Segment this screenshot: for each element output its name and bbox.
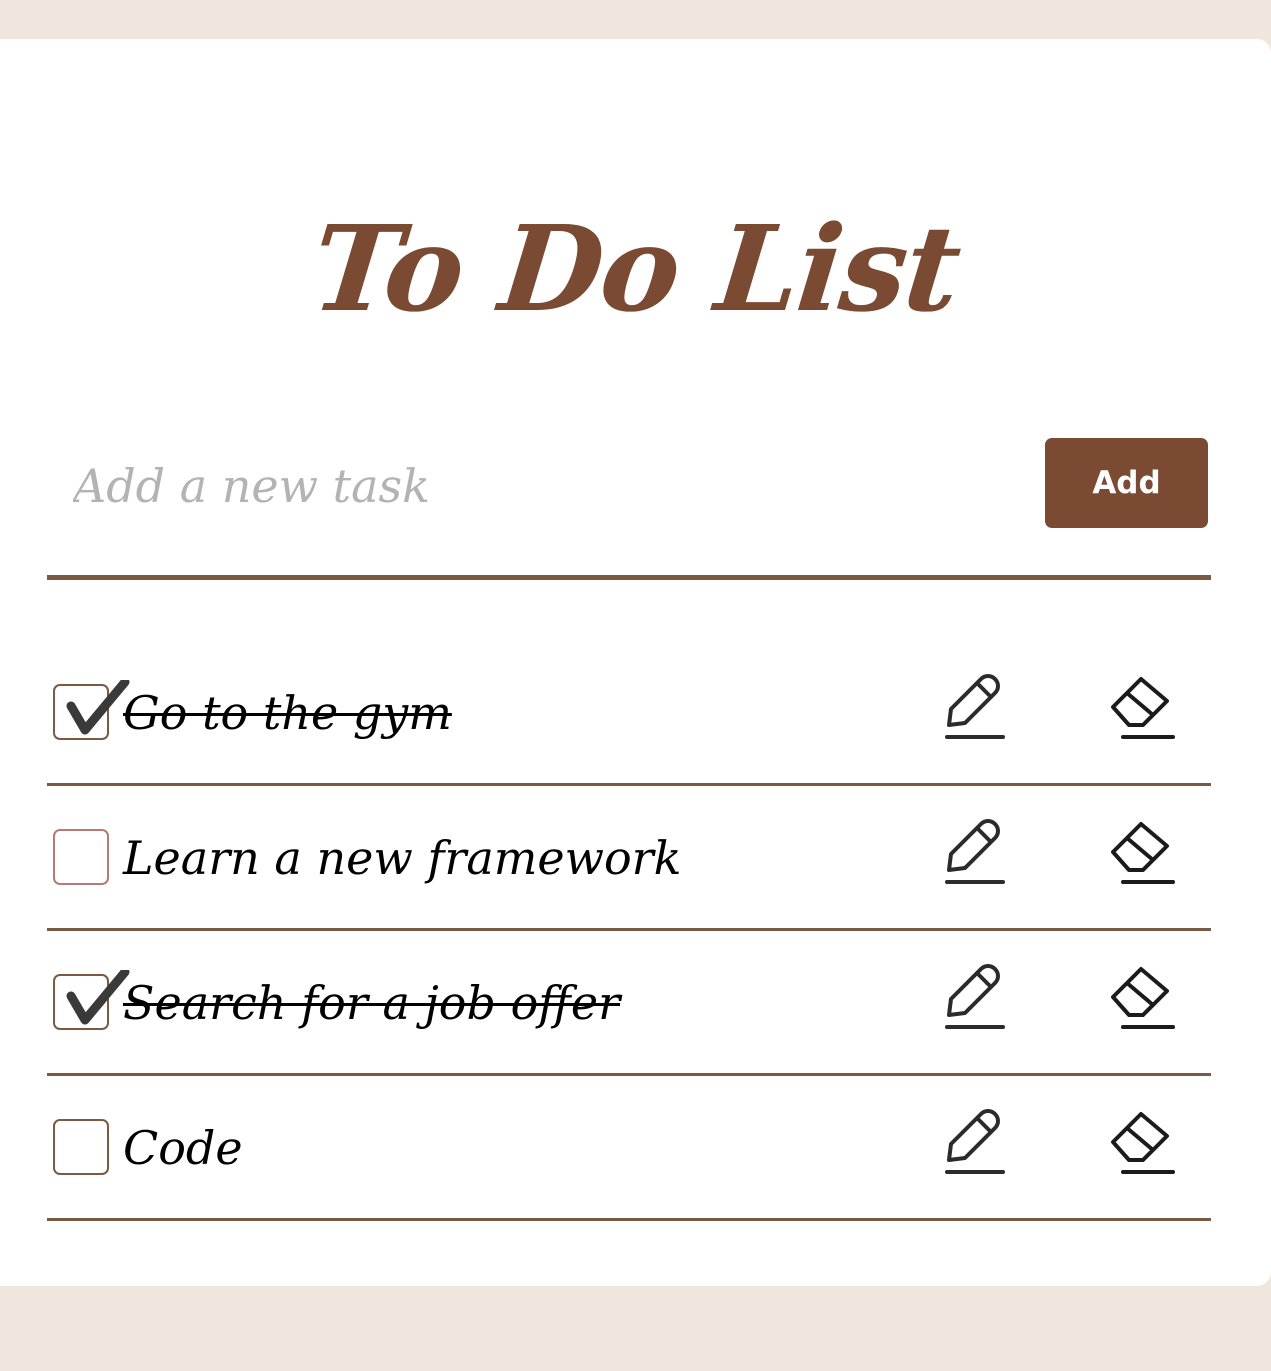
task-item: Search for a job offer bbox=[47, 931, 1211, 1076]
task-checkbox[interactable] bbox=[53, 680, 130, 740]
new-task-input[interactable] bbox=[73, 447, 1013, 525]
pencil-icon bbox=[945, 964, 1005, 1029]
task-checkbox[interactable] bbox=[53, 829, 109, 885]
delete-task-button[interactable] bbox=[1109, 816, 1175, 888]
eraser-icon bbox=[1111, 677, 1175, 739]
checkmark-icon bbox=[66, 680, 130, 735]
pencil-icon bbox=[945, 674, 1005, 739]
task-list: Go to the gym Learn a new framework Sear… bbox=[47, 641, 1211, 1221]
task-text: Learn a new framework bbox=[123, 831, 682, 885]
eraser-icon bbox=[1111, 1112, 1175, 1174]
task-text: Go to the gym bbox=[123, 686, 452, 740]
task-checkbox[interactable] bbox=[53, 970, 130, 1030]
eraser-icon bbox=[1111, 822, 1175, 884]
edit-task-button[interactable] bbox=[943, 816, 1005, 888]
delete-task-button[interactable] bbox=[1109, 961, 1175, 1033]
task-item: Learn a new framework bbox=[47, 786, 1211, 931]
eraser-icon bbox=[1111, 967, 1175, 1029]
task-item: Go to the gym bbox=[47, 641, 1211, 786]
checkmark-icon bbox=[66, 970, 130, 1025]
edit-task-button[interactable] bbox=[943, 961, 1005, 1033]
task-text: Search for a job offer bbox=[123, 976, 621, 1030]
delete-task-button[interactable] bbox=[1109, 671, 1175, 743]
add-task-button[interactable]: Add bbox=[1045, 438, 1208, 528]
task-text: Code bbox=[123, 1121, 243, 1175]
task-checkbox[interactable] bbox=[53, 1119, 109, 1175]
edit-task-button[interactable] bbox=[943, 1106, 1005, 1178]
delete-task-button[interactable] bbox=[1109, 1106, 1175, 1178]
task-item: Code bbox=[47, 1076, 1211, 1221]
pencil-icon bbox=[945, 1109, 1005, 1174]
input-divider bbox=[47, 575, 1211, 580]
page-title: To Do List bbox=[305, 199, 966, 338]
edit-task-button[interactable] bbox=[943, 671, 1005, 743]
todo-card: To Do List Add Go to the gym bbox=[0, 39, 1271, 1286]
pencil-icon bbox=[945, 819, 1005, 884]
